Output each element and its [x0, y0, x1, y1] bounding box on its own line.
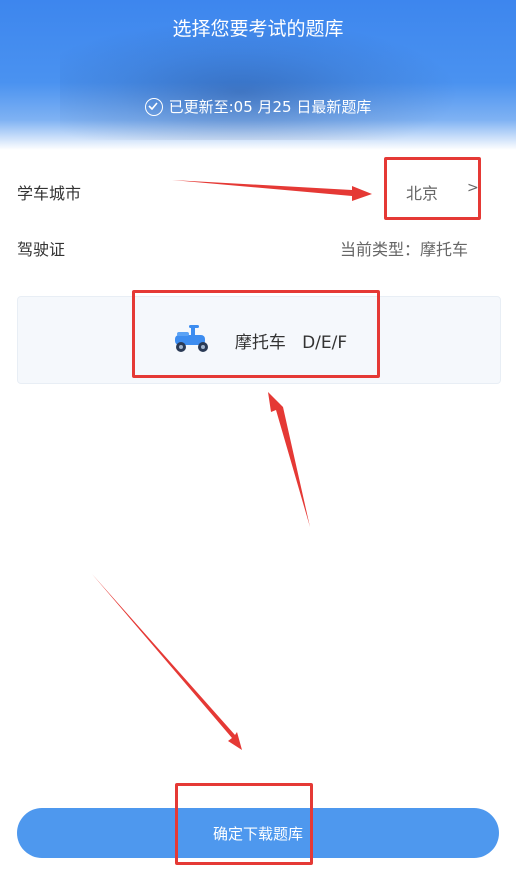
annotation-box-button: [175, 783, 313, 865]
update-status: 已更新至:05 月25 日最新题库: [0, 96, 516, 117]
license-row: 驾驶证 当前类型：摩托车: [0, 222, 516, 272]
city-label: 学车城市: [17, 184, 82, 203]
arrow-to-button: [92, 574, 242, 750]
annotation-box-city: [384, 157, 481, 220]
annotation-box-vehicle: [132, 290, 380, 378]
header-banner: 选择您要考试的题库 已更新至:05 月25 日最新题库: [0, 0, 516, 150]
license-label: 驾驶证: [17, 240, 66, 259]
update-status-text: 已更新至:05 月25 日最新题库: [168, 98, 372, 116]
page-title: 选择您要考试的题库: [172, 18, 344, 40]
license-type-value: 当前类型：摩托车: [340, 240, 469, 259]
arrow-to-vehicle: [268, 392, 310, 527]
check-circle-icon: [144, 97, 163, 116]
